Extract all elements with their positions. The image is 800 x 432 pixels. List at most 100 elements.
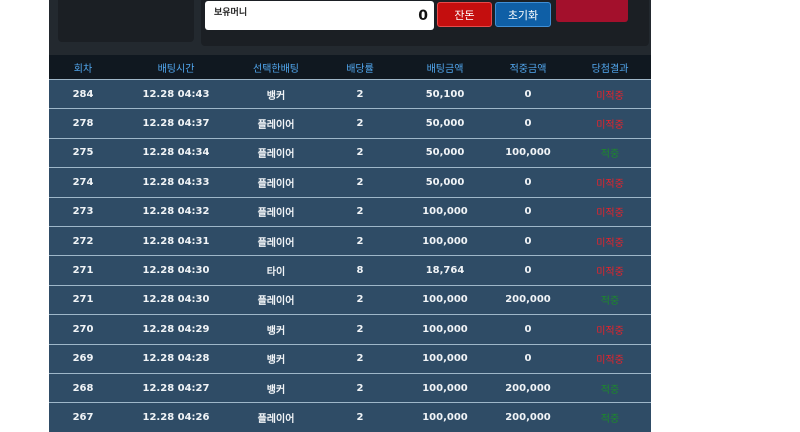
cell-round: 267	[72, 411, 94, 423]
cell-result: 미적중	[596, 325, 624, 337]
cell-win-amount: 100,000	[505, 147, 551, 159]
cell-odds: 8	[356, 265, 364, 277]
table-row: 274 12.28 04:33 플레이어 2 50,000 0 미적중	[49, 167, 651, 197]
cell-round: 273	[72, 206, 94, 218]
cell-bet-amount: 100,000	[422, 353, 468, 365]
cell-win-amount: 0	[524, 206, 532, 218]
cell-time: 12.28 04:34	[142, 147, 210, 159]
left-display-box	[58, 0, 194, 42]
cell-bet-amount: 100,000	[422, 206, 468, 218]
money-value: 0	[418, 7, 428, 24]
cell-result: 적중	[600, 149, 620, 161]
cell-odds: 2	[356, 88, 364, 100]
cell-bet-amount: 18,764	[425, 265, 465, 277]
cell-win-amount: 200,000	[505, 294, 551, 306]
cell-result: 적중	[600, 413, 620, 425]
cell-round: 271	[72, 265, 94, 277]
cell-bet-amount: 50,000	[425, 176, 465, 188]
cell-win-amount: 0	[524, 118, 532, 130]
cell-time: 12.28 04:30	[142, 294, 210, 306]
cell-round: 272	[72, 235, 94, 247]
cell-time: 12.28 04:29	[142, 323, 210, 335]
cell-win-amount: 0	[524, 353, 532, 365]
cell-result: 미적중	[596, 90, 624, 102]
table-row: 271 12.28 04:30 플레이어 2 100,000 200,000 적중	[49, 284, 651, 315]
cell-pick: 플레이어	[257, 296, 295, 308]
cell-pick: 뱅커	[266, 325, 286, 337]
cell-odds: 2	[356, 206, 364, 218]
cell-odds: 2	[356, 294, 364, 306]
header-result: 당첨결과	[591, 63, 629, 75]
cell-odds: 2	[356, 411, 364, 423]
table-row: 268 12.28 04:27 뱅커 2 100,000 200,000 적중	[49, 372, 651, 403]
cell-round: 270	[72, 323, 94, 335]
table-row: 284 12.28 04:43 뱅커 2 50,100 0 미적중	[49, 79, 651, 109]
cell-time: 12.28 04:27	[142, 382, 210, 394]
cell-result: 적중	[600, 296, 620, 308]
cell-round: 275	[72, 147, 94, 159]
table-row: 272 12.28 04:31 플레이어 2 100,000 0 미적중	[49, 225, 651, 256]
table-row: 267 12.28 04:26 플레이어 2 100,000 200,000 적중	[49, 402, 651, 432]
header-win-amount: 적중금액	[509, 63, 547, 75]
cell-time: 12.28 04:32	[142, 206, 210, 218]
cell-pick: 뱅커	[266, 90, 286, 102]
cell-round: 278	[72, 118, 94, 130]
cell-time: 12.28 04:30	[142, 265, 210, 277]
bet-history-table: 회차 배팅시간 선택한배팅 배당률 배팅금액 적중금액 당첨결과 284 12.2…	[49, 55, 651, 432]
money-display: 보유머니 0	[205, 1, 434, 30]
table-row: 270 12.28 04:29 뱅커 2 100,000 0 미적중	[49, 314, 651, 344]
cell-pick: 플레이어	[257, 237, 295, 249]
cell-odds: 2	[356, 353, 364, 365]
action-button[interactable]	[556, 0, 628, 22]
cell-result: 미적중	[596, 208, 624, 220]
cell-time: 12.28 04:31	[142, 235, 210, 247]
cell-pick: 플레이어	[257, 120, 295, 132]
header-time: 배팅시간	[157, 63, 195, 75]
cell-pick: 플레이어	[257, 178, 295, 190]
cell-bet-amount: 100,000	[422, 294, 468, 306]
cell-bet-amount: 50,100	[425, 88, 465, 100]
cell-time: 12.28 04:43	[142, 88, 210, 100]
cell-win-amount: 0	[524, 235, 532, 247]
cell-pick: 뱅커	[266, 355, 286, 367]
cell-odds: 2	[356, 147, 364, 159]
cell-round: 269	[72, 353, 94, 365]
table-row: 269 12.28 04:28 뱅커 2 100,000 0 미적중	[49, 343, 651, 373]
table-body: 284 12.28 04:43 뱅커 2 50,100 0 미적중 278 12.28 04:3…	[49, 79, 651, 432]
cell-pick: 플레이어	[257, 208, 295, 220]
cell-time: 12.28 04:26	[142, 411, 210, 423]
cell-time: 12.28 04:28	[142, 353, 210, 365]
cell-pick: 타이	[266, 267, 286, 279]
cell-win-amount: 0	[524, 88, 532, 100]
cell-win-amount: 0	[524, 323, 532, 335]
cell-result: 미적중	[596, 355, 624, 367]
cell-result: 미적중	[596, 237, 624, 249]
cell-result: 미적중	[596, 120, 624, 132]
cell-round: 284	[72, 88, 94, 100]
cell-result: 적중	[600, 384, 620, 396]
cell-pick: 뱅커	[266, 384, 286, 396]
table-row: 278 12.28 04:37 플레이어 2 50,000 0 미적중	[49, 108, 651, 138]
table-header: 회차 배팅시간 선택한배팅 배당률 배팅금액 적중금액 당첨결과	[49, 55, 651, 79]
cell-time: 12.28 04:33	[142, 176, 210, 188]
header-pick: 선택한배팅	[253, 63, 299, 75]
table-row: 273 12.28 04:32 플레이어 2 100,000 0 미적중	[49, 196, 651, 226]
reset-button[interactable]: 초기화	[495, 2, 551, 27]
cell-odds: 2	[356, 176, 364, 188]
table-row: 275 12.28 04:34 플레이어 2 50,000 100,000 적중	[49, 137, 651, 168]
header-round: 회차	[73, 63, 93, 75]
header-odds: 배당률	[346, 63, 374, 75]
cell-bet-amount: 50,000	[425, 118, 465, 130]
cell-time: 12.28 04:37	[142, 118, 210, 130]
balance-button[interactable]: 잔돈	[437, 2, 492, 27]
cell-odds: 2	[356, 323, 364, 335]
cell-win-amount: 0	[524, 265, 532, 277]
cell-bet-amount: 100,000	[422, 235, 468, 247]
cell-round: 274	[72, 176, 94, 188]
cell-odds: 2	[356, 235, 364, 247]
cell-bet-amount: 100,000	[422, 411, 468, 423]
cell-bet-amount: 100,000	[422, 382, 468, 394]
cell-pick: 플레이어	[257, 413, 295, 425]
money-label: 보유머니	[214, 7, 248, 18]
cell-result: 미적중	[596, 267, 624, 279]
